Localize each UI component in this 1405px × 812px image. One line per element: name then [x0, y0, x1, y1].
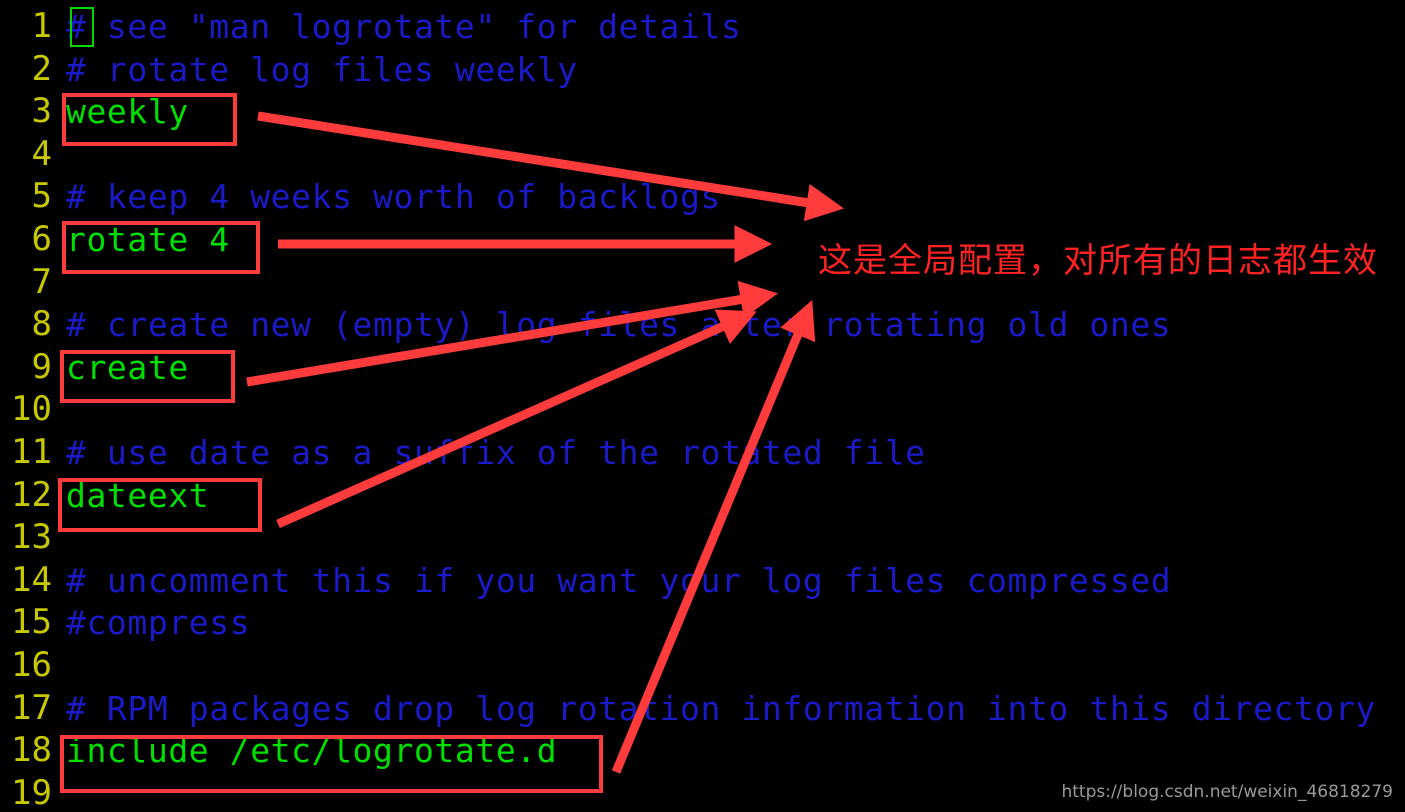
- line-number: 8: [31, 304, 52, 345]
- line-number: 11: [11, 432, 52, 472]
- annotation-text: 这是全局配置，对所有的日志都生效: [818, 241, 1378, 281]
- line-number: 12: [11, 474, 52, 515]
- code-line[interactable]: 3 weekly: [0, 90, 1405, 133]
- line-number: 2: [31, 48, 52, 89]
- line-number: 18: [11, 730, 52, 771]
- code-editor-viewport[interactable]: 1 # see "man logrotate" for details 2 # rot…: [0, 0, 1405, 812]
- code-line-text[interactable]: # see "man logrotate" for details: [56, 5, 741, 48]
- code-line[interactable]: 18 include /etc/logrotate.d: [0, 729, 1405, 772]
- line-number: 9: [31, 346, 52, 387]
- code-line-text[interactable]: create: [56, 346, 189, 389]
- line-number: 16: [11, 645, 52, 685]
- code-line-text[interactable]: #compress: [56, 601, 250, 644]
- line-number: 6: [31, 219, 52, 259]
- line-number: 5: [31, 176, 52, 217]
- code-line[interactable]: 4: [0, 133, 1405, 176]
- code-line-text[interactable]: rotate 4: [56, 218, 230, 261]
- line-number: 14: [11, 559, 52, 600]
- code-line-text[interactable]: # use date as a suffix of the rotated fi…: [56, 431, 926, 474]
- code-line[interactable]: 9 create: [0, 346, 1405, 389]
- line-number: 17: [11, 687, 52, 728]
- code-line[interactable]: 13: [0, 516, 1405, 559]
- code-line-text[interactable]: # keep 4 weeks worth of backlogs: [56, 175, 721, 218]
- code-line-text[interactable]: dateext: [56, 474, 209, 517]
- code-line[interactable]: 1 # see "man logrotate" for details: [0, 5, 1405, 48]
- code-line[interactable]: 8 # create new (empty) log files after ro…: [0, 303, 1405, 346]
- code-line[interactable]: 10: [0, 388, 1405, 431]
- line-number: 1: [31, 6, 52, 46]
- code-line[interactable]: 14 # uncomment this if you want your log …: [0, 559, 1405, 602]
- line-number: 4: [31, 133, 52, 174]
- code-line-text[interactable]: # rotate log files weekly: [56, 48, 578, 91]
- line-number: 15: [11, 602, 52, 643]
- line-number: 13: [11, 517, 52, 558]
- watermark: https://blog.csdn.net/weixin_46818279: [1061, 782, 1393, 802]
- code-line[interactable]: 17 # RPM packages drop log rotation infor…: [0, 687, 1405, 730]
- code-line[interactable]: 15 #compress: [0, 601, 1405, 644]
- code-line[interactable]: 16: [0, 644, 1405, 687]
- code-line[interactable]: 5 # keep 4 weeks worth of backlogs: [0, 175, 1405, 218]
- code-line-text[interactable]: # uncomment this if you want your log fi…: [56, 559, 1171, 602]
- line-number: 7: [31, 261, 52, 302]
- code-line-text[interactable]: weekly: [56, 90, 189, 133]
- code-line-text[interactable]: # create new (empty) log files after rot…: [56, 303, 1171, 346]
- code-line[interactable]: 11 # use date as a suffix of the rotated …: [0, 431, 1405, 474]
- line-number: 10: [11, 389, 52, 430]
- code-line[interactable]: 2 # rotate log files weekly: [0, 48, 1405, 91]
- code-line[interactable]: 12 dateext: [0, 474, 1405, 517]
- code-line-text[interactable]: include /etc/logrotate.d: [56, 729, 557, 772]
- code-line-text[interactable]: # RPM packages drop log rotation informa…: [56, 687, 1376, 730]
- line-number: 3: [31, 91, 52, 132]
- line-number: 19: [11, 772, 52, 812]
- terminal-screen: 1 # see "man logrotate" for details 2 # rot…: [0, 0, 1405, 812]
